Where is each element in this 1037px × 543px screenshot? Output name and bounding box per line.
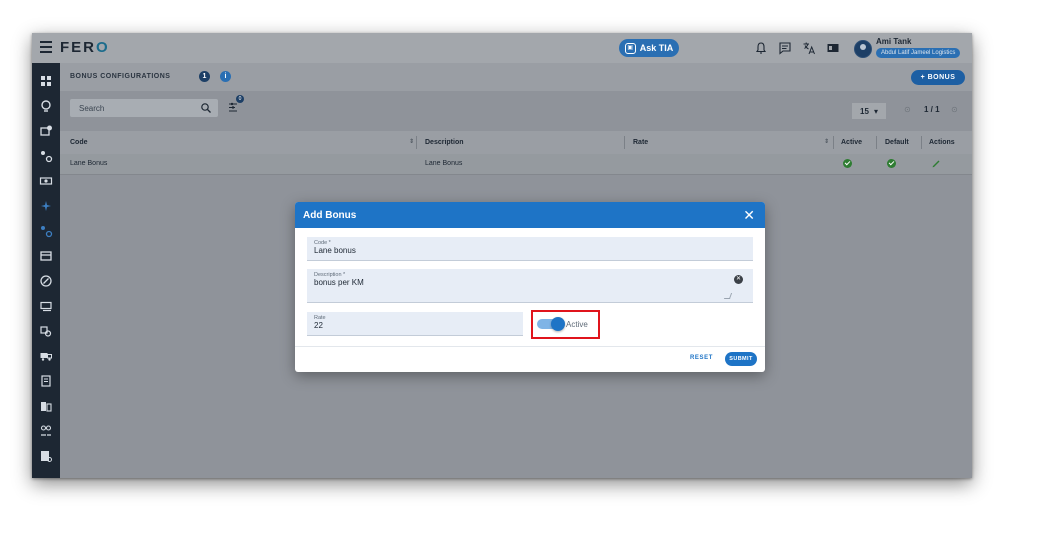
column-separator — [416, 136, 417, 149]
search-input[interactable]: Search — [70, 99, 218, 117]
page-header: BONUS CONFIGURATIONS 1 i + BONUS — [60, 63, 972, 91]
next-page-icon[interactable]: ⊙ — [951, 105, 958, 114]
route-icon[interactable] — [39, 99, 53, 113]
bonus-icon[interactable] — [39, 124, 53, 138]
app-logo: FERO — [60, 39, 110, 56]
id-card-icon[interactable] — [826, 41, 840, 55]
count-badge: 1 — [199, 71, 210, 82]
dialog-title: Add Bonus — [303, 210, 357, 221]
bell-icon[interactable] — [754, 41, 768, 55]
info-icon[interactable]: i — [220, 71, 231, 82]
avatar[interactable] — [854, 40, 872, 58]
search-placeholder: Search — [79, 104, 105, 113]
user-org-badge[interactable]: Abdul Latif Jameel Logistics — [876, 48, 961, 58]
code-field[interactable]: Code * Lane bonus — [307, 237, 753, 261]
cell-description: Lane Bonus — [425, 160, 463, 167]
column-header-active[interactable]: Active — [841, 139, 862, 146]
document-icon[interactable] — [39, 374, 53, 388]
column-header-default[interactable]: Default — [885, 139, 909, 146]
circle-check-icon[interactable] — [39, 274, 53, 288]
table-header: Code ⇕ Description Rate ⇕ Active Default… — [60, 131, 972, 154]
chat-icon[interactable] — [778, 41, 792, 55]
logo-main: FER — [60, 39, 96, 56]
delivery-icon[interactable] — [39, 349, 53, 363]
description-field[interactable]: Description * bonus per KM ✕ — [307, 269, 753, 303]
dialog-header: Add Bonus ✕ — [295, 202, 765, 228]
column-header-description[interactable]: Description — [425, 139, 464, 146]
column-separator — [921, 136, 922, 149]
add-bonus-dialog: Add Bonus ✕ Code * Lane bonus Descriptio… — [295, 202, 765, 372]
active-check-icon — [843, 159, 852, 168]
column-header-rate[interactable]: Rate — [633, 139, 648, 146]
sort-icon[interactable]: ⇕ — [824, 138, 829, 145]
rate-field[interactable]: Rate 22 — [307, 312, 523, 336]
logo-accent: O — [96, 39, 110, 56]
truck-icon[interactable] — [39, 324, 53, 338]
building-icon[interactable] — [39, 399, 53, 413]
main-content: BONUS CONFIGURATIONS 1 i + BONUS Search … — [60, 63, 972, 478]
sidebar — [32, 63, 60, 478]
resize-handle-icon[interactable] — [723, 293, 733, 299]
chevron-down-icon: ▾ — [873, 106, 878, 116]
rate-value: 22 — [314, 321, 323, 330]
highlight-box — [531, 310, 600, 339]
filter-count-badge: 0 — [236, 95, 244, 103]
description-value: bonus per KM — [314, 278, 364, 287]
config-icon[interactable] — [39, 149, 53, 163]
report-icon[interactable] — [39, 449, 53, 463]
table-toolbar: Search 0 15 ▾ ⊙ 1 / 1 ⊙ — [60, 91, 972, 131]
close-icon[interactable]: ✕ — [743, 207, 755, 223]
sort-icon[interactable]: ⇕ — [409, 138, 414, 145]
page-size-value: 15 — [860, 106, 869, 116]
search-icon[interactable] — [200, 102, 212, 114]
sparkle-icon[interactable] — [39, 199, 53, 213]
column-separator — [876, 136, 877, 149]
settings-icon[interactable] — [39, 224, 53, 238]
column-separator — [833, 136, 834, 149]
translate-icon[interactable] — [802, 41, 816, 55]
column-separator — [624, 136, 625, 149]
cell-code: Lane Bonus — [70, 160, 108, 167]
add-bonus-button[interactable]: + BONUS — [911, 70, 965, 85]
people-icon[interactable] — [39, 424, 53, 438]
card-icon[interactable] — [39, 249, 53, 263]
column-header-code[interactable]: Code — [70, 139, 88, 146]
tia-icon: ▣ — [624, 42, 636, 54]
column-header-actions: Actions — [929, 139, 955, 146]
prev-page-icon[interactable]: ⊙ — [904, 105, 911, 114]
app-window: FERO ▣ Ask TIA Ami Tank Abdul Latif Jame… — [32, 33, 972, 478]
hamburger-menu-icon[interactable] — [40, 41, 52, 53]
table-row[interactable]: Lane Bonus Lane Bonus — [60, 154, 972, 175]
pager-text: 1 / 1 — [924, 105, 940, 114]
cash-icon[interactable] — [39, 174, 53, 188]
ask-tia-label: Ask TIA — [639, 43, 674, 53]
top-bar: FERO ▣ Ask TIA Ami Tank Abdul Latif Jame… — [32, 33, 972, 63]
dashboard-icon[interactable] — [39, 74, 53, 88]
dialog-divider — [295, 346, 765, 347]
code-value: Lane bonus — [314, 246, 356, 255]
money-icon[interactable] — [39, 299, 53, 313]
page-size-select[interactable]: 15 ▾ — [852, 103, 886, 119]
user-name: Ami Tank — [876, 37, 912, 46]
page-title: BONUS CONFIGURATIONS — [70, 73, 171, 80]
edit-icon[interactable] — [931, 158, 941, 168]
ask-tia-button[interactable]: ▣ Ask TIA — [619, 39, 679, 57]
clear-icon[interactable]: ✕ — [734, 275, 743, 284]
submit-button[interactable]: SUBMIT — [725, 352, 757, 366]
reset-button[interactable]: RESET — [690, 355, 713, 361]
default-check-icon — [887, 159, 896, 168]
